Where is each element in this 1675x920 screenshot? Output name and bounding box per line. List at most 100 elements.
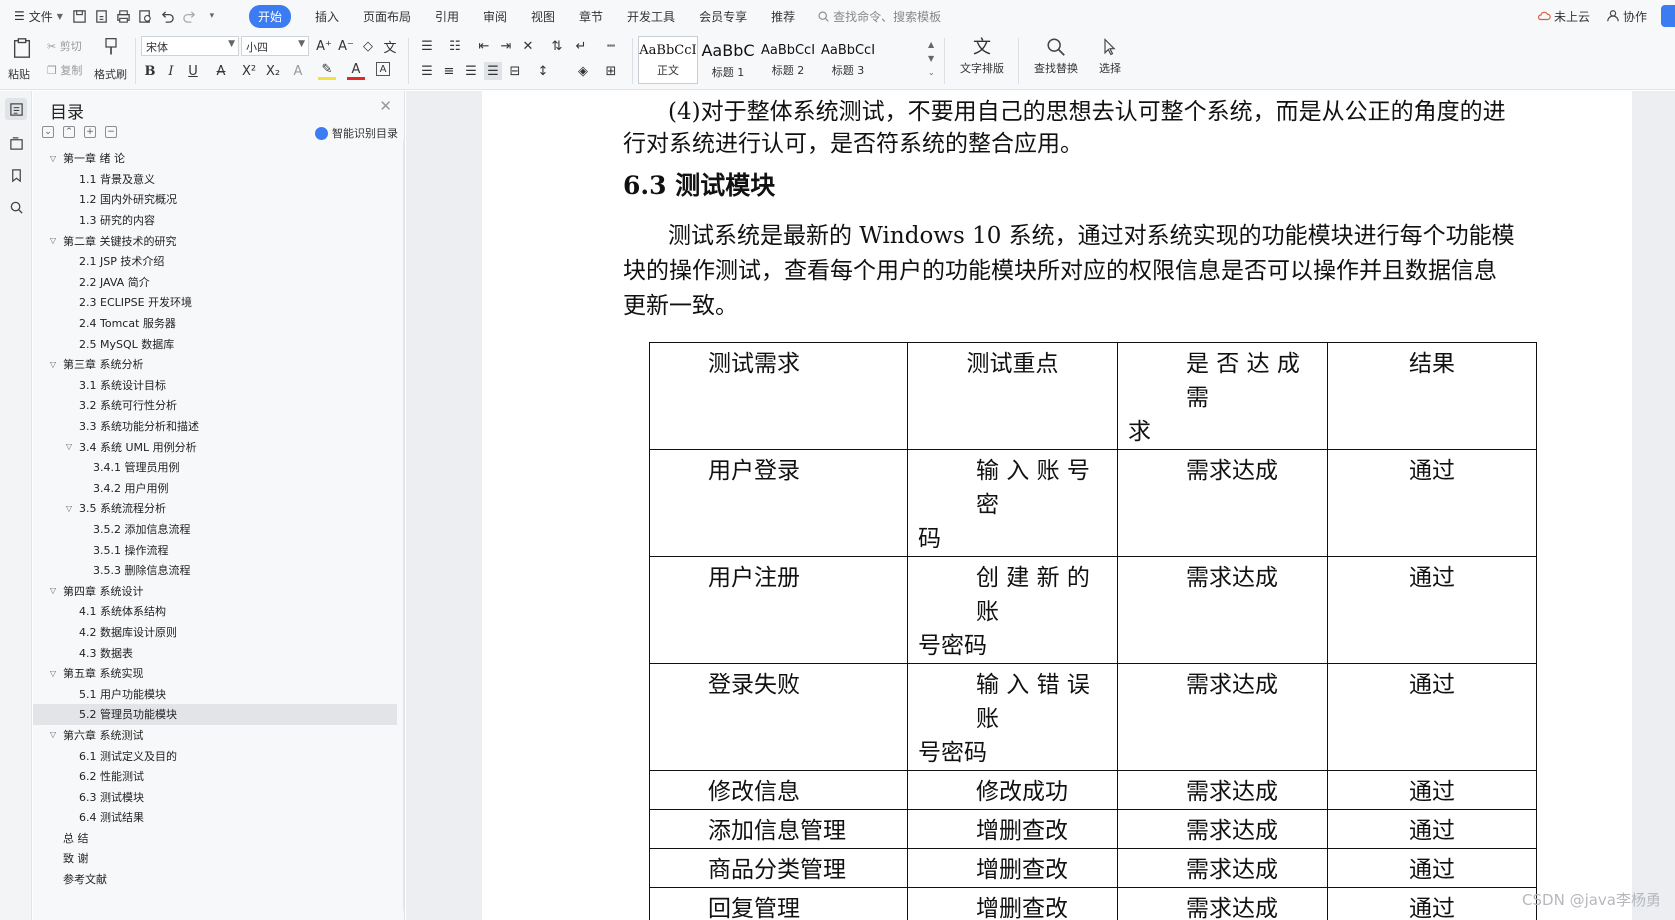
- close-icon[interactable]: ✕: [379, 97, 392, 115]
- table-header-cell[interactable]: 测试需求: [649, 342, 908, 450]
- toc-item[interactable]: 2.5 MySQL 数据库: [33, 333, 397, 354]
- table-cell[interactable]: 通过: [1327, 770, 1537, 810]
- chevron-down-icon[interactable]: ▽: [47, 360, 59, 369]
- increase-indent-icon[interactable]: ⇥: [497, 37, 515, 55]
- toc-item[interactable]: 1.2 国内外研究概况: [33, 189, 397, 210]
- chevron-down-icon[interactable]: ▽: [63, 504, 75, 513]
- table-cell[interactable]: 通过: [1327, 848, 1537, 888]
- toc-item[interactable]: 3.5.3 删除信息流程: [33, 560, 397, 581]
- chinese-layout-icon[interactable]: ✕: [519, 37, 537, 55]
- table-cell[interactable]: 通过: [1327, 556, 1537, 664]
- decrease-font-icon[interactable]: A⁻: [337, 37, 355, 55]
- tab-stops-icon[interactable]: ┉: [602, 37, 620, 55]
- toc-item[interactable]: ▽ 第五章 系统实现: [33, 663, 397, 684]
- distributed-icon[interactable]: ⊟: [506, 62, 524, 80]
- text-effect-icon[interactable]: A: [289, 62, 307, 80]
- font-name-select[interactable]: 宋体 ▼: [141, 36, 239, 56]
- toc-item[interactable]: 2.3 ECLIPSE 开发环境: [33, 292, 397, 313]
- tab-references[interactable]: 引用: [423, 0, 471, 32]
- char-border-icon[interactable]: A: [376, 62, 390, 76]
- table-cell[interactable]: 增删查改: [907, 848, 1118, 888]
- toc-item[interactable]: 参考文献: [33, 869, 397, 890]
- align-left-icon[interactable]: ☰: [418, 62, 436, 80]
- table-cell[interactable]: 输 入 错 误 账号密码: [907, 663, 1118, 771]
- table-cell[interactable]: 增删查改: [907, 887, 1118, 920]
- table-cell[interactable]: 用户登录: [649, 449, 908, 557]
- toc-item[interactable]: 3.5.2 添加信息流程: [33, 519, 397, 540]
- table-cell[interactable]: 需求达成: [1117, 770, 1328, 810]
- table-header-cell[interactable]: 是 否 达 成 需求: [1117, 342, 1328, 450]
- style-heading-3[interactable]: AaBbCcI 标题 3: [818, 36, 878, 84]
- add-toc-item-icon[interactable]: +: [84, 126, 96, 138]
- select-button[interactable]: 选择: [1092, 36, 1128, 84]
- strikethrough-icon[interactable]: A: [212, 62, 230, 80]
- toc-item[interactable]: ▽ 第六章 系统测试: [33, 725, 397, 746]
- toc-item[interactable]: 2.1 JSP 技术介绍: [33, 251, 397, 272]
- increase-font-icon[interactable]: A⁺: [315, 37, 333, 55]
- highlight-icon[interactable]: ✎: [318, 62, 336, 80]
- collaborate-button[interactable]: 协作: [1598, 0, 1655, 32]
- toc-item[interactable]: ▽ 3.4 系统 UML 用例分析: [33, 436, 397, 457]
- tab-page-layout[interactable]: 页面布局: [351, 0, 423, 32]
- chevron-down-icon[interactable]: ▽: [63, 442, 75, 451]
- styles-scroll[interactable]: ▲ ▼ ⌄: [928, 38, 935, 80]
- cut-button[interactable]: ✂ 剪切: [47, 38, 82, 54]
- align-center-icon[interactable]: ≡: [440, 62, 458, 80]
- table-cell[interactable]: 登录失败: [649, 663, 908, 771]
- customize-toolbar-icon[interactable]: ▾: [201, 0, 223, 32]
- toc-item[interactable]: 3.3 系统功能分析和描述: [33, 416, 397, 437]
- table-cell[interactable]: 通过: [1327, 449, 1537, 557]
- table-cell[interactable]: 需求达成: [1117, 556, 1328, 664]
- toc-item[interactable]: 6.2 性能测试: [33, 766, 397, 787]
- search-icon[interactable]: [5, 196, 27, 218]
- tab-recommend[interactable]: 推荐: [759, 0, 807, 32]
- paste-button[interactable]: 粘贴: [8, 36, 38, 84]
- toc-item[interactable]: 2.2 JAVA 简介: [33, 272, 397, 293]
- toc-item[interactable]: 4.3 数据表: [33, 642, 397, 663]
- toc-item[interactable]: 1.3 研究的内容: [33, 210, 397, 231]
- borders-icon[interactable]: ⊞: [602, 62, 620, 80]
- cloud-status-button[interactable]: 未上云: [1529, 0, 1598, 32]
- collapse-all-icon[interactable]: ⌃: [63, 126, 75, 138]
- redo-icon[interactable]: [179, 0, 201, 32]
- toc-item[interactable]: 3.4.2 用户用例: [33, 478, 397, 499]
- italic-icon[interactable]: I: [162, 62, 180, 80]
- tab-view[interactable]: 视图: [519, 0, 567, 32]
- toc-item[interactable]: 2.4 Tomcat 服务器: [33, 313, 397, 334]
- decrease-indent-icon[interactable]: ⇤: [475, 37, 493, 55]
- numbered-list-icon[interactable]: ☷: [446, 37, 464, 55]
- table-cell[interactable]: 需求达成: [1117, 887, 1328, 920]
- format-painter-button[interactable]: 格式刷: [94, 36, 128, 84]
- table-cell[interactable]: 回复管理: [649, 887, 908, 920]
- tab-start[interactable]: 开始: [237, 0, 303, 32]
- tab-member[interactable]: 会员专享: [687, 0, 759, 32]
- toc-item[interactable]: 5.1 用户功能模块: [33, 683, 397, 704]
- shading-icon[interactable]: ◈: [574, 62, 592, 80]
- tab-section[interactable]: 章节: [567, 0, 615, 32]
- toc-item[interactable]: 6.3 测试模块: [33, 786, 397, 807]
- align-right-icon[interactable]: ☰: [462, 62, 480, 80]
- table-cell[interactable]: 修改信息: [649, 770, 908, 810]
- table-header-cell[interactable]: 结果: [1327, 342, 1537, 450]
- table-cell[interactable]: 通过: [1327, 809, 1537, 849]
- chapter-nav-icon[interactable]: [5, 132, 27, 154]
- print-preview-icon[interactable]: [135, 0, 157, 32]
- underline-icon[interactable]: U: [184, 62, 202, 80]
- copy-button[interactable]: ❐ 复制: [47, 62, 82, 78]
- smart-toc-button[interactable]: 智能识别目录: [315, 125, 398, 141]
- chevron-down-icon[interactable]: ▽: [47, 669, 59, 678]
- table-cell[interactable]: 添加信息管理: [649, 809, 908, 849]
- toc-item[interactable]: 1.1 背景及意义: [33, 169, 397, 190]
- style-normal[interactable]: AaBbCcI 正文: [638, 36, 698, 84]
- export-pdf-icon[interactable]: [91, 0, 113, 32]
- toc-item[interactable]: ▽ 第四章 系统设计: [33, 580, 397, 601]
- toc-item[interactable]: 4.2 数据库设计原则: [33, 622, 397, 643]
- toc-item[interactable]: 6.1 测试定义及目的: [33, 745, 397, 766]
- toc-item[interactable]: 致 谢: [33, 848, 397, 869]
- table-cell[interactable]: 增删查改: [907, 809, 1118, 849]
- chevron-down-icon[interactable]: ▽: [47, 730, 59, 739]
- table-cell[interactable]: 需求达成: [1117, 809, 1328, 849]
- toc-item[interactable]: ▽ 第二章 关键技术的研究: [33, 230, 397, 251]
- superscript-icon[interactable]: X²: [240, 62, 258, 80]
- toc-item[interactable]: 3.5.1 操作流程: [33, 539, 397, 560]
